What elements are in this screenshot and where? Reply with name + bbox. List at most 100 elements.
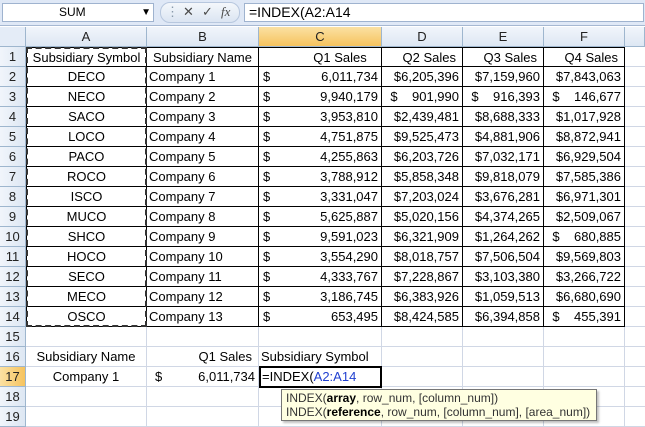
table-row-q4[interactable]: $7,585,386	[544, 167, 625, 187]
row-header-3[interactable]: 3	[0, 87, 26, 107]
table-row-name[interactable]: Company 5	[147, 147, 259, 167]
table-row-name[interactable]: Company 13	[147, 307, 259, 327]
row-header-7[interactable]: 7	[0, 167, 26, 187]
table-row-q2[interactable]: $2,439,481	[382, 107, 463, 127]
column-header-b[interactable]: B	[147, 27, 259, 47]
row-header-14[interactable]: 14	[0, 307, 26, 327]
cell-g19[interactable]	[625, 407, 645, 427]
row-header-10[interactable]: 10	[0, 227, 26, 247]
table-row-q4[interactable]: $6,971,301	[544, 187, 625, 207]
lookup-header-q1[interactable]: Q1 Sales	[147, 347, 259, 367]
column-header-a[interactable]: A	[26, 27, 147, 47]
table-header[interactable]: Q2 Sales	[382, 47, 463, 67]
cell-empty-row18[interactable]	[147, 387, 259, 407]
cell-g15[interactable]	[625, 327, 645, 347]
row-header-4[interactable]: 4	[0, 107, 26, 127]
table-row-name[interactable]: Company 12	[147, 287, 259, 307]
cell-empty-row19[interactable]	[26, 407, 147, 427]
table-row-q1[interactable]: $6,011,734	[259, 67, 382, 87]
table-row-q1[interactable]: $653,495	[259, 307, 382, 327]
table-row-q3[interactable]: $8,688,333	[463, 107, 544, 127]
lookup-q1-value[interactable]: $6,011,734	[147, 367, 259, 387]
cell-g3[interactable]	[625, 87, 645, 107]
table-row-q4[interactable]: $2,509,067	[544, 207, 625, 227]
more-options-icon[interactable]: ⋮	[166, 4, 179, 20]
table-row-q1[interactable]: $9,591,023	[259, 227, 382, 247]
table-row-symbol[interactable]: PACO	[26, 147, 147, 167]
table-row-q3[interactable]: $1,264,262	[463, 227, 544, 247]
table-row-name[interactable]: Company 11	[147, 267, 259, 287]
table-row-symbol[interactable]: DECO	[26, 67, 147, 87]
table-row-name[interactable]: Company 7	[147, 187, 259, 207]
column-header-e[interactable]: E	[463, 27, 544, 47]
cell-g10[interactable]	[625, 227, 645, 247]
table-row-q2[interactable]: $7,228,867	[382, 267, 463, 287]
table-row-symbol[interactable]: MUCO	[26, 207, 147, 227]
row-header-19[interactable]: 19	[0, 407, 26, 427]
lookup-name-value[interactable]: Company 1	[26, 367, 147, 387]
insert-function-icon[interactable]: fx	[221, 4, 230, 20]
enter-icon[interactable]: ✓	[202, 4, 213, 20]
cell-empty-row15[interactable]	[147, 327, 259, 347]
name-box-dropdown-icon[interactable]: ▼	[141, 4, 151, 21]
row-header-12[interactable]: 12	[0, 267, 26, 287]
lookup-header-symbol[interactable]: Subsidiary Symbol	[259, 347, 382, 367]
table-row-name[interactable]: Company 4	[147, 127, 259, 147]
table-row-symbol[interactable]: LOCO	[26, 127, 147, 147]
row-header-9[interactable]: 9	[0, 207, 26, 227]
active-cell-c17[interactable]: =INDEX(A2:A14	[259, 366, 382, 388]
table-header[interactable]: Subsidiary Name	[147, 47, 259, 67]
cell-g7[interactable]	[625, 167, 645, 187]
row-header-16[interactable]: 16	[0, 347, 26, 367]
column-header-d[interactable]: D	[382, 27, 463, 47]
table-row-q1[interactable]: $3,331,047	[259, 187, 382, 207]
table-row-q3[interactable]: $9,818,079	[463, 167, 544, 187]
cell-g16[interactable]	[625, 347, 645, 367]
cell-g6[interactable]	[625, 147, 645, 167]
table-row-q1[interactable]: $4,751,875	[259, 127, 382, 147]
row-header-13[interactable]: 13	[0, 287, 26, 307]
table-row-q1[interactable]: $3,788,912	[259, 167, 382, 187]
cell-g9[interactable]	[625, 207, 645, 227]
row-header-11[interactable]: 11	[0, 247, 26, 267]
table-row-symbol[interactable]: OSCO	[26, 307, 147, 327]
table-row-name[interactable]: Company 1	[147, 67, 259, 87]
table-row-q2[interactable]: $6,205,396	[382, 67, 463, 87]
cell-empty-row15[interactable]	[544, 327, 625, 347]
table-header[interactable]: Q3 Sales	[463, 47, 544, 67]
cell-g18[interactable]	[625, 387, 645, 407]
table-row-q4[interactable]: $1,017,928	[544, 107, 625, 127]
formula-input[interactable]: =INDEX(A2:A14	[244, 3, 644, 22]
table-row-q4[interactable]: $7,843,063	[544, 67, 625, 87]
table-row-name[interactable]: Company 6	[147, 167, 259, 187]
cell-empty-row16[interactable]	[463, 347, 544, 367]
table-row-q4[interactable]: $6,929,504	[544, 147, 625, 167]
table-row-q2[interactable]: $8,424,585	[382, 307, 463, 327]
table-row-q4[interactable]: $ 146,677	[544, 87, 625, 107]
table-row-name[interactable]: Company 2	[147, 87, 259, 107]
table-row-q3[interactable]: $ 916,393	[463, 87, 544, 107]
table-row-q3[interactable]: $4,374,265	[463, 207, 544, 227]
table-row-symbol[interactable]: NECO	[26, 87, 147, 107]
row-header-8[interactable]: 8	[0, 187, 26, 207]
table-row-q4[interactable]: $8,872,941	[544, 127, 625, 147]
table-row-name[interactable]: Company 10	[147, 247, 259, 267]
table-row-q1[interactable]: $3,186,745	[259, 287, 382, 307]
table-row-q3[interactable]: $7,506,504	[463, 247, 544, 267]
row-header-15[interactable]: 15	[0, 327, 26, 347]
table-row-q1[interactable]: $4,333,767	[259, 267, 382, 287]
table-row-q2[interactable]: $6,203,726	[382, 147, 463, 167]
table-row-q4[interactable]: $6,680,690	[544, 287, 625, 307]
tooltip-line-1[interactable]: INDEX(array, row_num, [column_num])	[286, 391, 592, 405]
cell-g17[interactable]	[625, 367, 645, 387]
cell-g1[interactable]	[625, 47, 645, 67]
table-row-q2[interactable]: $6,383,926	[382, 287, 463, 307]
cell-empty-row15[interactable]	[26, 327, 147, 347]
table-row-q2[interactable]: $9,525,473	[382, 127, 463, 147]
table-row-q1[interactable]: $9,940,179	[259, 87, 382, 107]
row-header-5[interactable]: 5	[0, 127, 26, 147]
table-row-symbol[interactable]: ISCO	[26, 187, 147, 207]
table-row-q2[interactable]: $7,203,024	[382, 187, 463, 207]
cell-g8[interactable]	[625, 187, 645, 207]
table-row-q3[interactable]: $4,881,906	[463, 127, 544, 147]
